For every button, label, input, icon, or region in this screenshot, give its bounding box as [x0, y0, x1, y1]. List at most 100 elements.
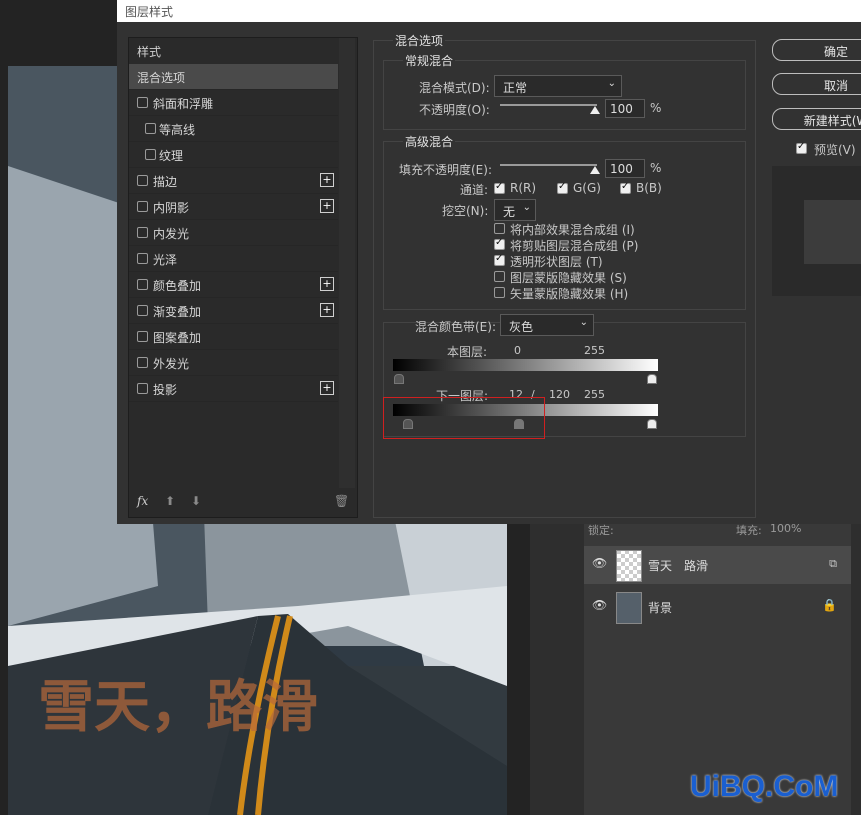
style-item[interactable]: 内发光 [129, 220, 338, 246]
style-label: 描边 [153, 175, 178, 189]
style-item[interactable]: 渐变叠加 + [129, 298, 338, 324]
move-down-icon[interactable]: ⬇ [191, 494, 201, 508]
opacity-value: 100 [610, 102, 633, 116]
style-label: 等高线 [159, 123, 196, 137]
style-label: 渐变叠加 [153, 305, 202, 319]
eye-icon[interactable]: 👁 [592, 598, 607, 612]
fx-icon[interactable]: fx [137, 494, 148, 508]
dialog-titlebar[interactable]: 图层样式 [117, 0, 861, 22]
advanced-option-checkbox[interactable] [494, 253, 505, 266]
style-checkbox[interactable] [137, 227, 148, 238]
channel-b-label: B(B) [636, 181, 662, 195]
style-item[interactable]: 光泽 [129, 246, 338, 272]
advanced-option-checkbox[interactable] [494, 223, 505, 234]
chevron-down-icon: ⌄ [607, 78, 616, 89]
channel-g-checkbox[interactable] [557, 181, 568, 194]
style-item[interactable]: 内阴影 + [129, 194, 338, 220]
advanced-option-checkbox[interactable] [494, 287, 505, 298]
style-item[interactable]: 混合选项 [129, 64, 338, 90]
advanced-option-label: 透明形状图层 (T) [510, 255, 603, 269]
layer-row-text[interactable]: 👁 雪天 路滑 ⧉ [584, 546, 851, 584]
opacity-slider-handle[interactable] [590, 106, 600, 114]
style-checkbox[interactable] [137, 331, 148, 342]
styles-scrollbar[interactable] [339, 38, 355, 488]
add-style-icon[interactable]: + [320, 277, 334, 291]
style-checkbox[interactable] [137, 305, 148, 316]
style-checkbox[interactable] [137, 201, 148, 212]
style-item[interactable]: 颜色叠加 + [129, 272, 338, 298]
this-layer-white-stop[interactable] [647, 374, 657, 384]
advanced-option-label: 将剪贴图层混合成组 (P) [510, 239, 639, 253]
layer-row-background[interactable]: 👁 背景 🔒 [584, 588, 851, 626]
style-checkbox[interactable] [137, 97, 148, 108]
channel-g-label: G(G) [573, 181, 601, 195]
trash-icon[interactable]: 🗑 [334, 494, 349, 508]
preview-checkbox[interactable] [796, 141, 807, 154]
style-label: 内发光 [153, 227, 190, 241]
blend-if-label: 混合颜色带(E): [415, 320, 496, 334]
opacity-slider[interactable] [500, 104, 597, 106]
this-layer-high: 255 [584, 344, 605, 357]
style-checkbox[interactable] [145, 123, 156, 134]
blend-mode-label: 混合模式(D): [419, 81, 490, 95]
add-style-icon[interactable]: + [320, 303, 334, 317]
channel-r-checkbox[interactable] [494, 181, 505, 194]
style-item[interactable]: 外发光 [129, 350, 338, 376]
style-checkbox[interactable] [137, 253, 148, 264]
style-label: 内阴影 [153, 201, 190, 215]
styles-panel: 样式 混合选项 斜面和浮雕 等高线 纹理 描边 + 内阴影 + 内发光 光泽 颜色叠加 + 渐变叠加 + 图… [128, 37, 358, 518]
blend-mode-value: 正常 [503, 81, 528, 95]
add-style-icon[interactable]: + [320, 381, 334, 395]
add-style-icon[interactable]: + [320, 199, 334, 213]
opacity-input[interactable]: 100 [605, 99, 645, 118]
fill-opacity-slider-handle[interactable] [590, 166, 600, 174]
layer-name: 雪天 路滑 [648, 559, 709, 573]
cancel-button[interactable]: 取消 [772, 73, 861, 95]
under-layer-low-b: 120 [549, 388, 570, 401]
fill-label: 填充: [736, 524, 762, 537]
opacity-percent: % [650, 101, 662, 115]
knockout-select[interactable]: 无 ⌄ [494, 199, 536, 221]
fill-opacity-slider[interactable] [500, 164, 597, 166]
style-checkbox[interactable] [137, 175, 148, 186]
style-checkbox[interactable] [145, 149, 156, 160]
style-item[interactable]: 斜面和浮雕 [129, 90, 338, 116]
advanced-option-checkbox[interactable] [494, 271, 505, 282]
blend-if-select[interactable]: 灰色 ⌄ [500, 314, 594, 336]
dialog-title: 图层样式 [125, 5, 174, 19]
style-item[interactable]: 纹理 [129, 142, 338, 168]
this-layer-low: 0 [514, 344, 521, 357]
layer-name: 背景 [648, 601, 673, 615]
style-label: 混合选项 [137, 71, 186, 85]
highlight-box [383, 397, 545, 439]
style-item[interactable]: 投影 + [129, 376, 338, 402]
eye-icon[interactable]: 👁 [592, 556, 607, 570]
road-text: 雪天，路滑 [38, 675, 318, 740]
add-style-icon[interactable]: + [320, 173, 334, 187]
style-item[interactable]: 等高线 [129, 116, 338, 142]
this-layer-black-stop[interactable] [394, 374, 404, 384]
move-up-icon[interactable]: ⬆ [165, 494, 175, 508]
channel-b-checkbox[interactable] [620, 181, 631, 194]
blend-if-value: 灰色 [509, 320, 534, 334]
style-item[interactable]: 图案叠加 [129, 324, 338, 350]
style-checkbox[interactable] [137, 357, 148, 368]
knockout-value: 无 [503, 205, 516, 219]
style-item[interactable]: 描边 + [129, 168, 338, 194]
style-checkbox[interactable] [137, 279, 148, 290]
this-layer-label: 本图层: [447, 345, 488, 359]
channels-label: 通道: [460, 183, 489, 197]
watermark: UiBQ.CoM [690, 770, 839, 803]
style-label: 斜面和浮雕 [153, 97, 214, 111]
blend-mode-select[interactable]: 正常 ⌄ [494, 75, 622, 97]
style-checkbox[interactable] [137, 383, 148, 394]
under-layer-white-stop[interactable] [647, 419, 657, 429]
fill-opacity-label: 填充不透明度(E): [399, 163, 492, 177]
new-style-button[interactable]: 新建样式(W [772, 108, 861, 130]
ok-button[interactable]: 确定 [772, 39, 861, 61]
style-label: 纹理 [159, 149, 184, 163]
style-label: 外发光 [153, 357, 190, 371]
advanced-option-checkbox[interactable] [494, 237, 505, 250]
knockout-label: 挖空(N): [442, 204, 489, 218]
fill-opacity-input[interactable]: 100 [605, 159, 645, 178]
